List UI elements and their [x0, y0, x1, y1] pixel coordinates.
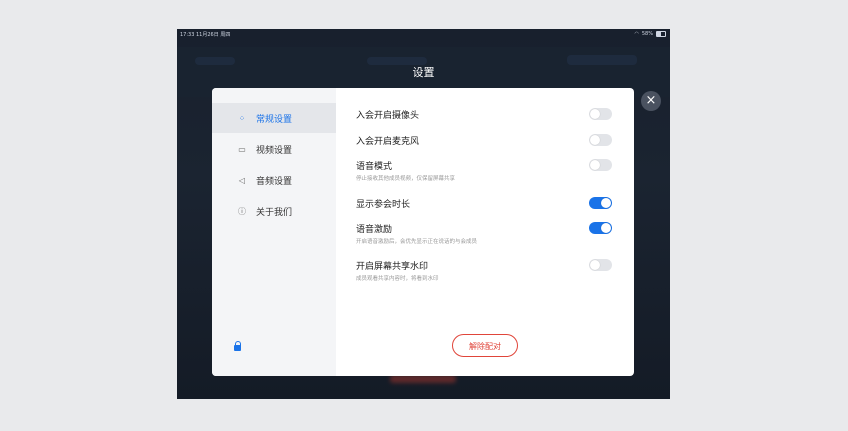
setting-label: 语音激励	[356, 225, 393, 235]
setting-row-watermark: 开启屏幕共享水印 成员观看共享内容时，将看到水印	[356, 259, 612, 282]
setting-row-voice-mode: 语音模式 停止接收其他成员视频，仅保留屏幕共享	[356, 159, 612, 182]
status-bar: 17:33 11月26日 周四 ◠ 58%	[177, 29, 670, 39]
setting-label: 显示参会时长	[356, 200, 411, 210]
setting-row-voice-excitation: 语音激励 开启语音激励后，会优先显示正在说话的与会成员	[356, 222, 612, 245]
voice-excitation-toggle[interactable]	[589, 222, 612, 234]
settings-sidebar: ⁘ 常规设置 ▭ 视频设置 ◁ 音频设置 ⓘ 关于我们	[212, 88, 336, 376]
background-hangup-hint	[390, 375, 456, 383]
camera-icon: ▭	[238, 144, 246, 154]
sidebar-item-label: 关于我们	[256, 207, 293, 218]
sidebar-item-general[interactable]: ⁘ 常规设置	[212, 103, 336, 133]
close-icon[interactable]: ×	[641, 91, 661, 111]
setting-description: 成员观看共享内容时，将看到水印	[356, 276, 439, 282]
watermark-toggle[interactable]	[589, 259, 612, 271]
setting-description: 停止接收其他成员视频，仅保留屏幕共享	[356, 176, 456, 182]
setting-label: 入会开启麦克风	[356, 137, 420, 147]
toggle-knob	[590, 260, 600, 270]
setting-description: 开启语音激励后，会优先显示正在说话的与会成员	[356, 239, 478, 245]
tablet-screen: 17:33 11月26日 周四 ◠ 58% 设置 × ⁘ 常规设置 ▭ 视频设置…	[177, 29, 670, 399]
speaker-icon: ◁	[238, 175, 246, 185]
sidebar-item-audio[interactable]: ◁ 音频设置	[212, 165, 336, 195]
settings-content: 入会开启摄像头 入会开启麦克风 语音模式 停止接收其他成员视频，仅保留屏幕共享 …	[336, 88, 634, 376]
camera-toggle[interactable]	[589, 108, 612, 120]
setting-label: 入会开启摄像头	[356, 111, 420, 121]
setting-row-camera: 入会开启摄像头	[356, 108, 612, 121]
toggle-knob	[590, 135, 600, 145]
toggle-knob	[601, 223, 611, 233]
battery-text: 58%	[641, 31, 653, 37]
status-time: 17:33 11月26日 周四	[180, 32, 231, 38]
wifi-icon: ◠	[634, 31, 639, 37]
sidebar-item-label: 音频设置	[256, 176, 293, 187]
lock-icon[interactable]	[234, 341, 242, 352]
setting-label: 开启屏幕共享水印	[356, 262, 429, 272]
lock-body	[234, 345, 241, 351]
sidebar-item-label: 视频设置	[256, 145, 293, 156]
duration-toggle[interactable]	[589, 197, 612, 209]
toggle-knob	[601, 198, 611, 208]
sidebar-item-about[interactable]: ⓘ 关于我们	[212, 196, 336, 226]
microphone-toggle[interactable]	[589, 134, 612, 146]
toggle-knob	[590, 109, 600, 119]
page-title: 设置	[412, 66, 435, 79]
setting-row-microphone: 入会开启麦克风	[356, 134, 612, 147]
status-right: ◠ 58%	[634, 31, 666, 37]
info-icon: ⓘ	[238, 206, 246, 216]
settings-panel: ⁘ 常规设置 ▭ 视频设置 ◁ 音频设置 ⓘ 关于我们 入会开启摄像头 入会开启…	[212, 88, 634, 376]
battery-icon	[656, 31, 666, 37]
sidebar-item-label: 常规设置	[256, 114, 293, 125]
grid-icon: ⁘	[238, 113, 246, 123]
setting-label: 语音模式	[356, 162, 393, 172]
sidebar-item-video[interactable]: ▭ 视频设置	[212, 134, 336, 164]
unpair-button[interactable]: 解除配对	[452, 334, 518, 357]
voice-mode-toggle[interactable]	[589, 159, 612, 171]
setting-row-duration: 显示参会时长	[356, 197, 612, 210]
toggle-knob	[590, 160, 600, 170]
